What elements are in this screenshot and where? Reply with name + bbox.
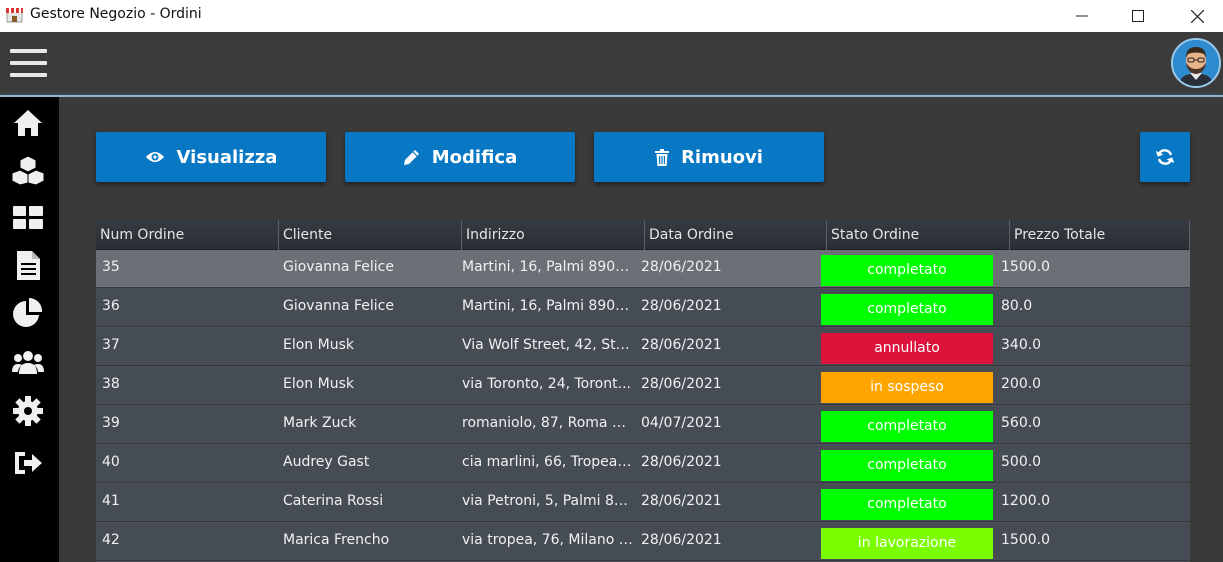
cell-data-ordine: 04/07/2021 (641, 415, 722, 431)
gear-icon[interactable] (12, 395, 44, 427)
cell-data-ordine: 28/06/2021 (641, 259, 722, 275)
rimuovi-label: Rimuovi (681, 146, 763, 168)
window-title: Gestore Negozio - Ordini (30, 6, 202, 22)
table-row[interactable]: 36 Giovanna Felice Martini, 16, Palmi 8901… (96, 289, 1190, 327)
cell-cliente: Elon Musk (283, 337, 354, 353)
cell-prezzo-totale: 1200.0 (1001, 493, 1050, 509)
status-badge: annullato (821, 333, 993, 364)
cell-indirizzo: romaniolo, 87, Roma 7... (462, 415, 634, 431)
visualizza-label: Visualizza (176, 146, 278, 168)
cell-data-ordine: 28/06/2021 (641, 376, 722, 392)
cell-indirizzo: via Toronto, 24, Toront... (462, 376, 631, 392)
cell-num-ordine: 36 (102, 298, 120, 314)
top-bar (0, 32, 1223, 95)
status-badge: in lavorazione (821, 528, 993, 559)
column-header-cliente[interactable]: Cliente (279, 220, 462, 250)
trash-icon (655, 148, 670, 166)
cell-cliente: Giovanna Felice (283, 259, 394, 275)
cell-cliente: Mark Zuck (283, 415, 357, 431)
cell-indirizzo: via Petroni, 5, Palmi 89... (462, 493, 634, 509)
cell-prezzo-totale: 200.0 (1001, 376, 1042, 392)
cell-cliente: Elon Musk (283, 376, 354, 392)
cell-indirizzo: Martini, 16, Palmi 89017... (462, 259, 634, 275)
window-titlebar: Gestore Negozio - Ordini (0, 0, 1223, 32)
cell-data-ordine: 28/06/2021 (641, 454, 722, 470)
status-badge: completato (821, 450, 993, 481)
cell-prezzo-totale: 1500.0 (1001, 259, 1050, 275)
table-row[interactable]: 38 Elon Musk via Toronto, 24, Toront... 28… (96, 367, 1190, 405)
cell-prezzo-totale: 560.0 (1001, 415, 1042, 431)
status-badge: completato (821, 411, 993, 442)
cell-indirizzo: cia marlini, 66, Tropea ... (462, 454, 634, 470)
visualizza-button[interactable]: Visualizza (96, 132, 326, 182)
eye-icon (145, 152, 164, 162)
modifica-label: Modifica (431, 146, 518, 168)
minimize-button[interactable] (1059, 0, 1105, 32)
sign-out-icon[interactable] (12, 447, 44, 479)
cell-indirizzo: via tropea, 76, Milano 9... (462, 532, 634, 548)
cell-num-ordine: 37 (102, 337, 120, 353)
maximize-button[interactable] (1115, 0, 1161, 32)
users-icon[interactable] (12, 346, 44, 378)
minimize-icon (1076, 15, 1088, 17)
cell-data-ordine: 28/06/2021 (641, 337, 722, 353)
cell-num-ordine: 35 (102, 259, 120, 275)
app-icon (6, 8, 23, 23)
cell-cliente: Caterina Rossi (283, 493, 384, 509)
dashboard-grid-icon[interactable] (12, 201, 44, 233)
user-avatar[interactable] (1171, 38, 1221, 88)
table-row[interactable]: 40 Audrey Gast cia marlini, 66, Tropea ..… (96, 445, 1190, 483)
status-badge: completato (821, 489, 993, 520)
avatar-face-icon (1173, 40, 1219, 86)
status-badge: completato (821, 255, 993, 286)
cell-cliente: Audrey Gast (283, 454, 370, 470)
pie-chart-icon[interactable] (12, 297, 44, 329)
cell-prezzo-totale: 500.0 (1001, 454, 1042, 470)
table-row[interactable]: 41 Caterina Rossi via Petroni, 5, Palmi 8… (96, 484, 1190, 522)
table-row[interactable]: 39 Mark Zuck romaniolo, 87, Roma 7... 04/0… (96, 406, 1190, 444)
cell-num-ordine: 42 (102, 532, 120, 548)
cubes-icon[interactable] (12, 154, 44, 186)
cell-num-ordine: 39 (102, 415, 120, 431)
cell-num-ordine: 38 (102, 376, 120, 392)
table-row[interactable]: 35 Giovanna Felice Martini, 16, Palmi 8901… (96, 250, 1190, 288)
orders-table[interactable]: Num Ordine Cliente Indirizzo Data Ordine… (96, 220, 1190, 562)
cell-indirizzo: Via Wolf Street, 42, Star... (462, 337, 634, 353)
refresh-icon (1156, 149, 1174, 165)
cell-data-ordine: 28/06/2021 (641, 493, 722, 509)
cell-prezzo-totale: 340.0 (1001, 337, 1042, 353)
pencil-icon (403, 149, 419, 165)
cell-prezzo-totale: 1500.0 (1001, 532, 1050, 548)
table-header: Num Ordine Cliente Indirizzo Data Ordine… (96, 220, 1190, 250)
maximize-icon (1132, 10, 1144, 22)
status-badge: in sospeso (821, 372, 993, 403)
table-row[interactable]: 37 Elon Musk Via Wolf Street, 42, Star... 2… (96, 328, 1190, 366)
column-header-prezzo-totale[interactable]: Prezzo Totale (1010, 220, 1190, 250)
close-button[interactable] (1174, 0, 1220, 32)
cell-num-ordine: 41 (102, 493, 120, 509)
refresh-button[interactable] (1140, 132, 1190, 182)
status-badge: completato (821, 294, 993, 325)
cell-data-ordine: 28/06/2021 (641, 532, 722, 548)
home-icon[interactable] (12, 107, 44, 139)
hamburger-menu-icon[interactable] (10, 49, 47, 77)
close-icon (1190, 9, 1204, 23)
column-header-indirizzo[interactable]: Indirizzo (462, 220, 645, 250)
cell-num-ordine: 40 (102, 454, 120, 470)
cell-indirizzo: Martini, 16, Palmi 89017... (462, 298, 634, 314)
table-row[interactable]: 42 Marica Frencho via tropea, 76, Milano 9… (96, 523, 1190, 561)
column-header-num-ordine[interactable]: Num Ordine (96, 220, 279, 250)
sidebar (0, 97, 59, 562)
cell-cliente: Giovanna Felice (283, 298, 394, 314)
modifica-button[interactable]: Modifica (345, 132, 575, 182)
document-icon[interactable] (12, 249, 44, 281)
cell-prezzo-totale: 80.0 (1001, 298, 1033, 314)
cell-cliente: Marica Frencho (283, 532, 390, 548)
column-header-stato-ordine[interactable]: Stato Ordine (827, 220, 1010, 250)
cell-data-ordine: 28/06/2021 (641, 298, 722, 314)
column-header-data-ordine[interactable]: Data Ordine (645, 220, 827, 250)
rimuovi-button[interactable]: Rimuovi (594, 132, 824, 182)
